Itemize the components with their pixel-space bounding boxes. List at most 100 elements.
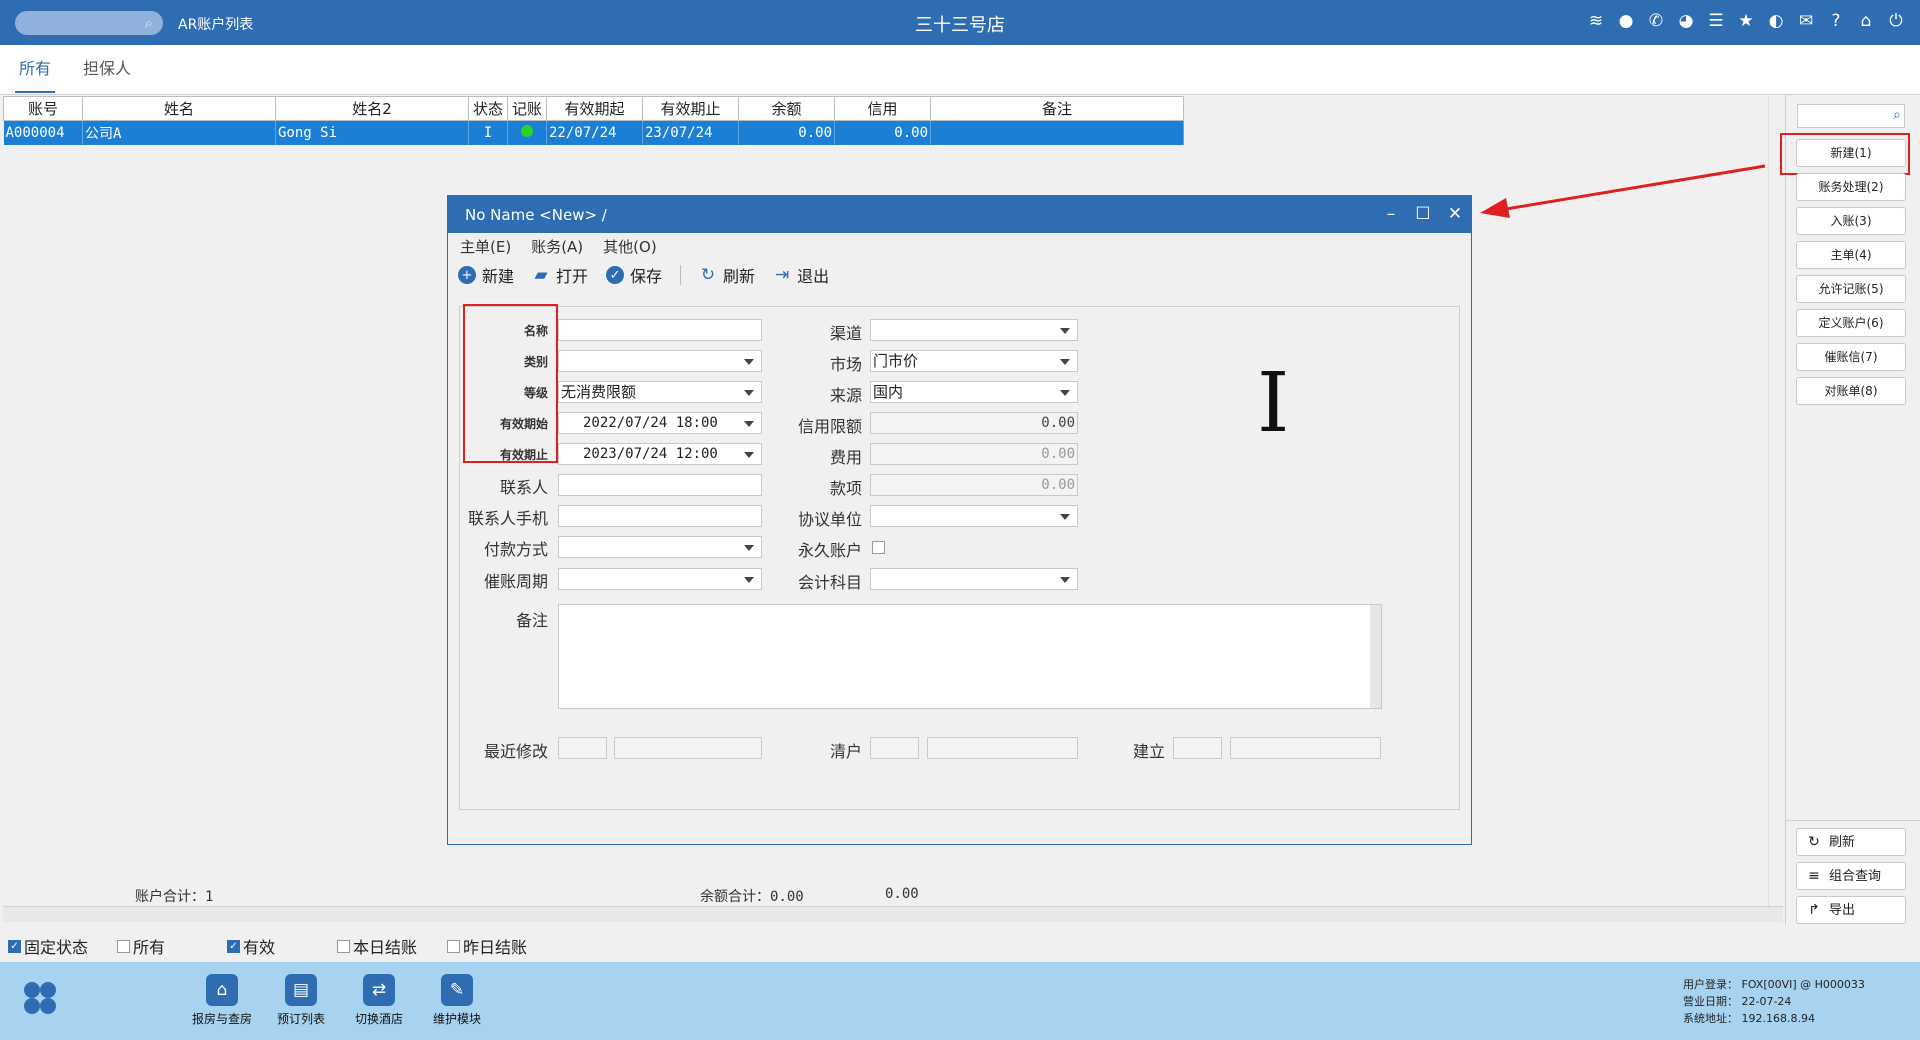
chat-icon[interactable]: ● xyxy=(1616,11,1636,31)
menu-master[interactable]: 主单(E) xyxy=(460,236,511,257)
label-created: 建立 xyxy=(1132,742,1165,761)
tab-all[interactable]: 所有 xyxy=(15,57,56,93)
cell-status[interactable]: I xyxy=(468,120,508,145)
source-select[interactable]: 国内 xyxy=(870,381,1078,403)
master-folio-button[interactable]: 主单(4) xyxy=(1796,241,1906,269)
permanent-checkbox[interactable] xyxy=(872,541,885,554)
search-icon[interactable]: ⌕ xyxy=(1893,107,1901,123)
toolbar-refresh-button[interactable]: ↻ 刷新 xyxy=(699,263,755,287)
column-header[interactable]: 账号 xyxy=(3,96,83,121)
dunning-letter-button[interactable]: 催账信(7) xyxy=(1796,343,1906,371)
new-button[interactable]: 新建(1) xyxy=(1796,139,1906,167)
agreement-select[interactable] xyxy=(870,505,1078,527)
valid-to-picker[interactable]: 2023/07/24 12:00 xyxy=(558,443,762,465)
horizontal-scrollbar[interactable] xyxy=(3,906,1783,922)
filter-today-checkout[interactable]: 本日结账 xyxy=(337,934,417,958)
cell-posting[interactable] xyxy=(507,120,547,145)
payment-select[interactable] xyxy=(558,536,762,558)
column-header[interactable]: 备注 xyxy=(930,96,1184,121)
menu-icon[interactable]: ☰ xyxy=(1706,11,1726,31)
checkbox-icon[interactable] xyxy=(447,939,460,953)
table-row[interactable]: A000004 公司A Gong Si I 22/07/24 23/07/24 … xyxy=(3,120,1184,145)
post-entry-button[interactable]: 入账(3) xyxy=(1796,207,1906,235)
checkbox-icon[interactable] xyxy=(117,939,130,953)
column-header[interactable]: 信用 xyxy=(834,96,931,121)
allow-posting-button[interactable]: 允许记账(5) xyxy=(1796,275,1906,303)
category-select[interactable] xyxy=(558,350,762,372)
menu-other[interactable]: 其他(O) xyxy=(603,236,657,257)
filter-fixed-status[interactable]: ✓ 固定状态 xyxy=(8,934,88,958)
power-icon[interactable]: ⏻ xyxy=(1886,11,1906,31)
combined-query-button[interactable]: ≡ 组合查询 xyxy=(1796,862,1906,890)
cell-valid-from[interactable]: 22/07/24 xyxy=(546,120,643,145)
exit-icon: ⇥ xyxy=(774,265,790,285)
menu-billing[interactable]: 账务(A) xyxy=(531,236,583,257)
column-header[interactable]: 有效期起 xyxy=(546,96,643,121)
cell-name[interactable]: 公司A xyxy=(82,120,276,145)
toolbar-save-button[interactable]: ✓ 保存 xyxy=(606,263,662,287)
switch-hotel-shortcut[interactable]: ⇄ 切换酒店 xyxy=(339,974,419,1027)
panel-search-input[interactable]: ⌕ xyxy=(1797,104,1905,128)
contact-input[interactable] xyxy=(558,474,762,496)
level-select[interactable]: 无消费限额 xyxy=(558,381,762,403)
column-header[interactable]: 姓名2 xyxy=(275,96,469,121)
column-header[interactable]: 有效期止 xyxy=(642,96,739,121)
room-status-shortcut[interactable]: ⌂ 报房与查房 xyxy=(182,974,262,1027)
booking-list-shortcut[interactable]: ▤ 预订列表 xyxy=(261,974,341,1027)
phone-icon[interactable]: ✆ xyxy=(1646,11,1666,31)
contact-mobile-input[interactable] xyxy=(558,505,762,527)
define-account-button[interactable]: 定义账户(6) xyxy=(1796,309,1906,337)
cell-credit[interactable]: 0.00 xyxy=(834,120,931,145)
market-select[interactable]: 门市价 xyxy=(870,350,1078,372)
cell-account[interactable]: A000004 xyxy=(3,120,83,145)
help-icon[interactable]: ? xyxy=(1826,11,1846,31)
statement-button[interactable]: 对账单(8) xyxy=(1796,377,1906,405)
vertical-scrollbar[interactable] xyxy=(1768,96,1784,908)
remark-textarea[interactable] xyxy=(558,604,1382,709)
dunning-select[interactable] xyxy=(558,568,762,590)
maximize-icon[interactable]: ☐ xyxy=(1412,203,1434,225)
column-header[interactable]: 余额 xyxy=(738,96,835,121)
toolbar-open-button[interactable]: ▰ 打开 xyxy=(532,263,588,287)
star-icon[interactable]: ★ xyxy=(1736,11,1756,31)
home-icon[interactable]: ⌂ xyxy=(1856,11,1876,31)
cell-name2[interactable]: Gong Si xyxy=(275,120,469,145)
filter-yesterday-checkout[interactable]: 昨日结账 xyxy=(447,934,527,958)
cell-valid-to[interactable]: 23/07/24 xyxy=(642,120,739,145)
dialog-title-bar[interactable]: No Name <New> / – ☐ ✕ xyxy=(448,196,1471,233)
tab-guarantor[interactable]: 担保人 xyxy=(79,57,135,93)
contrast-icon[interactable]: ◐ xyxy=(1766,11,1786,31)
toolbar-exit-button[interactable]: ⇥ 退出 xyxy=(773,263,829,287)
palette-icon[interactable]: ◕ xyxy=(1676,11,1696,31)
cell-note[interactable] xyxy=(930,120,1184,145)
user-login: 用户登录： FOX[00VI] @ H000033 xyxy=(1683,978,1865,991)
filter-valid[interactable]: ✓ 有效 xyxy=(227,934,275,958)
toolbar-label: 保存 xyxy=(630,267,663,286)
app-logo-icon[interactable] xyxy=(22,980,58,1016)
remark-scrollbar[interactable] xyxy=(1370,605,1381,708)
checkbox-checked-icon[interactable]: ✓ xyxy=(227,939,240,953)
checkbox-icon[interactable] xyxy=(337,939,350,953)
column-header[interactable]: 记账 xyxy=(507,96,547,121)
tab-bar: 所有 担保人 xyxy=(0,45,1920,95)
minimize-icon[interactable]: – xyxy=(1380,203,1402,225)
mail-icon[interactable]: ✉ xyxy=(1796,11,1816,31)
export-button[interactable]: ↱ 导出 xyxy=(1796,896,1906,924)
dialog-title: No Name <New> / xyxy=(465,206,607,224)
cell-balance[interactable]: 0.00 xyxy=(738,120,835,145)
dialog-form: 名称 类别 等级 无消费限额 有效期始 2022/07/24 18:00 有效期… xyxy=(459,304,1460,810)
maintenance-shortcut[interactable]: ✎ 维护模块 xyxy=(417,974,497,1027)
toolbar-new-button[interactable]: + 新建 xyxy=(458,263,514,287)
wifi-icon[interactable]: ≋ xyxy=(1586,11,1606,31)
account-subject-select[interactable] xyxy=(870,568,1078,590)
checkbox-checked-icon[interactable]: ✓ xyxy=(8,939,21,953)
filter-all[interactable]: 所有 xyxy=(117,934,165,958)
close-icon[interactable]: ✕ xyxy=(1444,203,1466,225)
channel-select[interactable] xyxy=(870,319,1078,341)
refresh-button[interactable]: ↻ 刷新 xyxy=(1796,828,1906,856)
column-header[interactable]: 姓名 xyxy=(82,96,276,121)
billing-button[interactable]: 账务处理(2) xyxy=(1796,173,1906,201)
valid-from-picker[interactable]: 2022/07/24 18:00 xyxy=(558,412,762,434)
column-header[interactable]: 状态 xyxy=(468,96,508,121)
name-input[interactable] xyxy=(558,319,762,341)
